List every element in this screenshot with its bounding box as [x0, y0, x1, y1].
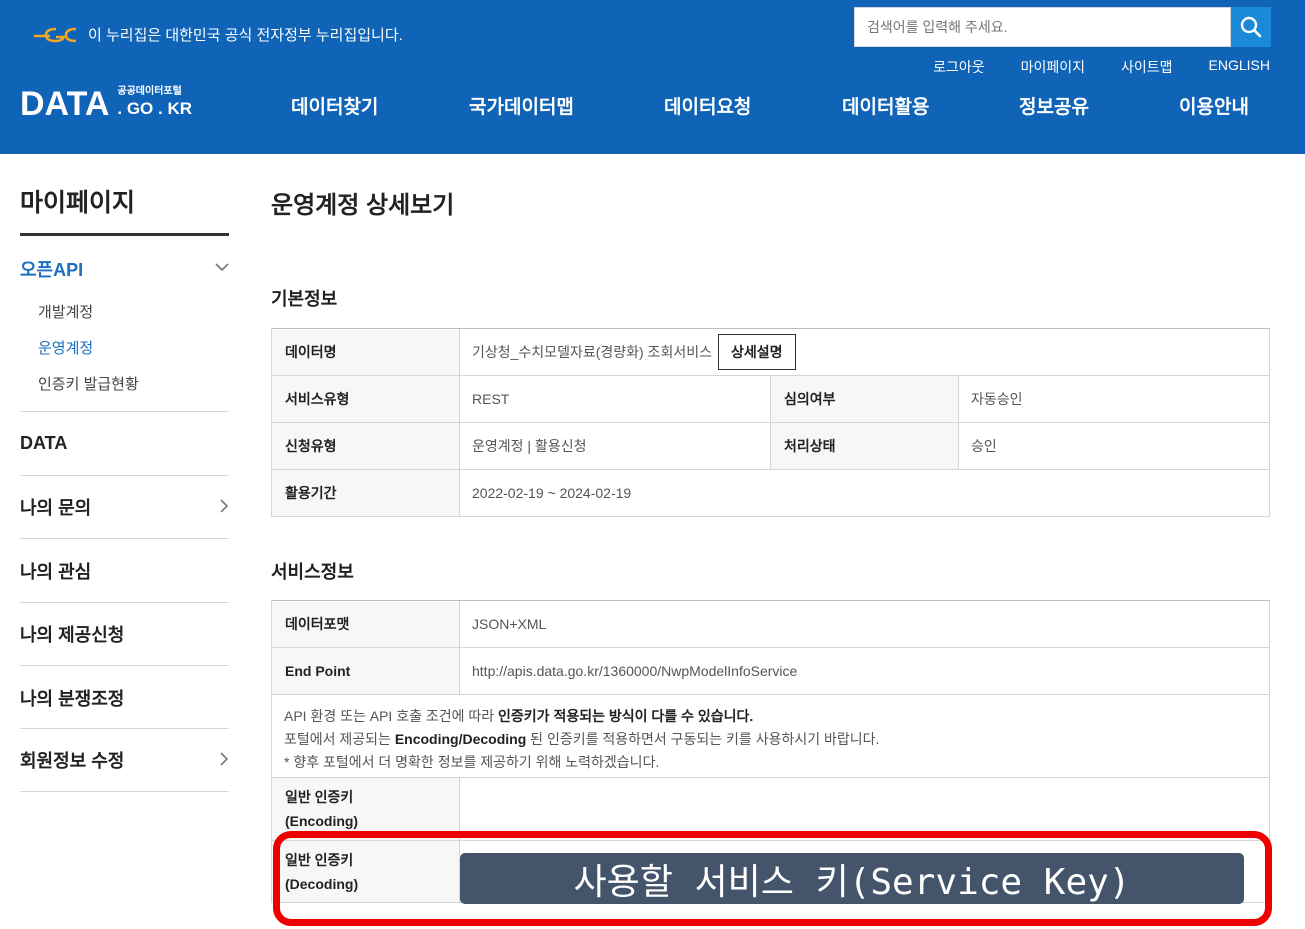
search-field[interactable]	[854, 7, 1231, 47]
sidebar-divider	[20, 602, 229, 603]
site-header: 이 누리집은 대한민국 공식 전자정부 누리집입니다. 로그아웃 마이페이지 사…	[0, 0, 1305, 154]
key-notice: API 환경 또는 API 호출 조건에 따라 인증키가 적용되는 방식이 다를…	[272, 695, 891, 777]
endpoint-value[interactable]: http://apis.data.go.kr/1360000/NwpModelI…	[460, 648, 1269, 694]
table-row: 데이터포맷 JSON+XML	[272, 601, 1269, 648]
sidebar-item-my-provision-request[interactable]: 나의 제공신청	[20, 621, 229, 647]
mypage-link[interactable]: 마이페이지	[1021, 57, 1085, 77]
sidebar-divider	[20, 728, 229, 729]
sidebar-item-label: DATA	[20, 433, 68, 453]
search-button[interactable]	[1231, 7, 1271, 47]
service-type-label: 서비스유형	[272, 376, 460, 422]
data-name-value: 기상청_수치모델자료(경량화) 조회서비스	[472, 344, 712, 360]
basic-info-title: 기본정보	[271, 289, 338, 309]
period-label: 활용기간	[272, 470, 460, 516]
sidebar-section-open-api[interactable]: 오픈API	[20, 256, 229, 282]
table-row: 활용기간 2022-02-19 ~ 2024-02-19	[272, 470, 1269, 516]
sidebar-subitem-ops-account[interactable]: 운영계정	[38, 337, 93, 358]
sidebar-item-my-inquiry[interactable]: 나의 문의	[20, 494, 229, 520]
endpoint-label: End Point	[272, 648, 460, 694]
search-icon	[1240, 16, 1262, 38]
search-input[interactable]	[855, 8, 1230, 46]
page-title: 운영계정 상세보기	[271, 192, 455, 219]
encoding-key-label-line1: 일반 인증키	[285, 789, 354, 805]
main-nav: 데이터찾기 국가데이터맵 데이터요청 데이터활용 정보공유 이용안내	[0, 92, 1305, 118]
sitemap-link[interactable]: 사이트맵	[1121, 57, 1173, 77]
table-row: 데이터명 기상청_수치모델자료(경량화) 조회서비스 상세설명	[272, 329, 1269, 376]
notice-line-1: API 환경 또는 API 호출 조건에 따라 인증키가 적용되는 방식이 다를…	[284, 705, 879, 728]
sidebar-item-label: 나의 분쟁조정	[20, 689, 125, 709]
utility-nav: 로그아웃 마이페이지 사이트맵 ENGLISH	[933, 57, 1270, 77]
notice-emphasis: 인증키가 적용되는 방식이 다를 수 있습니다.	[498, 708, 754, 724]
table-row: 서비스유형 REST 심의여부 자동승인	[272, 376, 1269, 423]
sidebar-item-label: 나의 제공신청	[20, 625, 125, 645]
nav-item-info-share[interactable]: 정보공유	[1019, 92, 1089, 119]
notice-text: 된 인증키를 적용하면서 구동되는 키를 사용하시기 바랍니다.	[526, 731, 880, 747]
government-emblem-icon	[34, 27, 77, 43]
sidebar-divider	[20, 475, 229, 476]
sidebar-item-label: 회원정보 수정	[20, 751, 125, 771]
nav-item-guide[interactable]: 이용안내	[1179, 92, 1249, 119]
sidebar-section-label: 오픈API	[20, 260, 84, 280]
request-type-label: 신청유형	[272, 423, 460, 469]
service-type-value: REST	[460, 376, 771, 422]
sidebar-item-label: 나의 문의	[20, 498, 92, 518]
sidebar-title-divider	[20, 233, 229, 236]
data-name-cell: 기상청_수치모델자료(경량화) 조회서비스 상세설명	[460, 329, 1269, 375]
data-format-value: JSON+XML	[472, 616, 547, 632]
gov-notice-text: 이 누리집은 대한민국 공식 전자정부 누리집입니다.	[88, 27, 403, 44]
sidebar-item-label: 나의 관심	[20, 562, 92, 582]
table-row: 신청유형 운영계정 | 활용신청 처리상태 승인	[272, 423, 1269, 470]
notice-text: API 환경 또는 API 호출 조건에 따라	[284, 708, 499, 724]
english-link[interactable]: ENGLISH	[1209, 57, 1270, 77]
review-value: 자동승인	[971, 391, 1023, 407]
chevron-down-icon	[215, 263, 229, 272]
chevron-right-icon	[220, 752, 229, 766]
basic-info-table: 데이터명 기상청_수치모델자료(경량화) 조회서비스 상세설명 서비스유형 RE…	[271, 328, 1270, 517]
notice-text: 포털에서 제공되는	[284, 731, 395, 747]
review-label: 심의여부	[771, 376, 959, 422]
sidebar-divider	[20, 665, 229, 666]
notice-emphasis: Encoding/Decoding	[394, 731, 527, 747]
sidebar-subitem-dev-account[interactable]: 개발계정	[38, 301, 93, 322]
logout-link[interactable]: 로그아웃	[933, 57, 985, 77]
data-name-label: 데이터명	[272, 329, 460, 375]
data-format-label: 데이터포맷	[272, 601, 460, 647]
encoding-key-label-line2: (Encoding)	[285, 813, 359, 829]
sidebar-item-edit-profile[interactable]: 회원정보 수정	[20, 747, 229, 773]
nav-item-data-usage[interactable]: 데이터활용	[842, 92, 929, 119]
sidebar-subitem-key-status[interactable]: 인증키 발급현황	[38, 373, 139, 394]
sidebar-item-my-interest[interactable]: 나의 관심	[20, 558, 229, 584]
highlight-annotation-box	[273, 831, 1272, 926]
chevron-right-icon	[220, 499, 229, 513]
sidebar-item-data[interactable]: DATA	[20, 433, 229, 459]
sidebar-title: 마이페이지	[20, 189, 136, 217]
sidebar-item-my-dispute[interactable]: 나의 분쟁조정	[20, 685, 229, 711]
status-value: 승인	[971, 438, 997, 454]
notice-line-2: 포털에서 제공되는 Encoding/Decoding 된 인증키를 적용하면서…	[284, 728, 879, 751]
sidebar-divider	[20, 411, 229, 412]
status-label: 처리상태	[771, 423, 959, 469]
table-row: End Point http://apis.data.go.kr/1360000…	[272, 648, 1269, 695]
table-row: API 환경 또는 API 호출 조건에 따라 인증키가 적용되는 방식이 다를…	[272, 695, 1269, 778]
request-type-value: 운영계정 | 활용신청	[460, 423, 771, 469]
detail-description-button[interactable]: 상세설명	[717, 334, 796, 370]
nav-item-data-request[interactable]: 데이터요청	[664, 92, 751, 119]
service-info-title: 서비스정보	[271, 562, 354, 582]
notice-line-3: * 향후 포털에서 더 명확한 정보를 제공하기 위해 노력하겠습니다.	[284, 754, 660, 770]
sidebar-divider	[20, 791, 229, 792]
sidebar-divider	[20, 538, 229, 539]
nav-item-data-search[interactable]: 데이터찾기	[291, 92, 378, 119]
period-value: 2022-02-19 ~ 2024-02-19	[472, 485, 632, 501]
nav-item-national-data-map[interactable]: 국가데이터맵	[469, 92, 574, 119]
